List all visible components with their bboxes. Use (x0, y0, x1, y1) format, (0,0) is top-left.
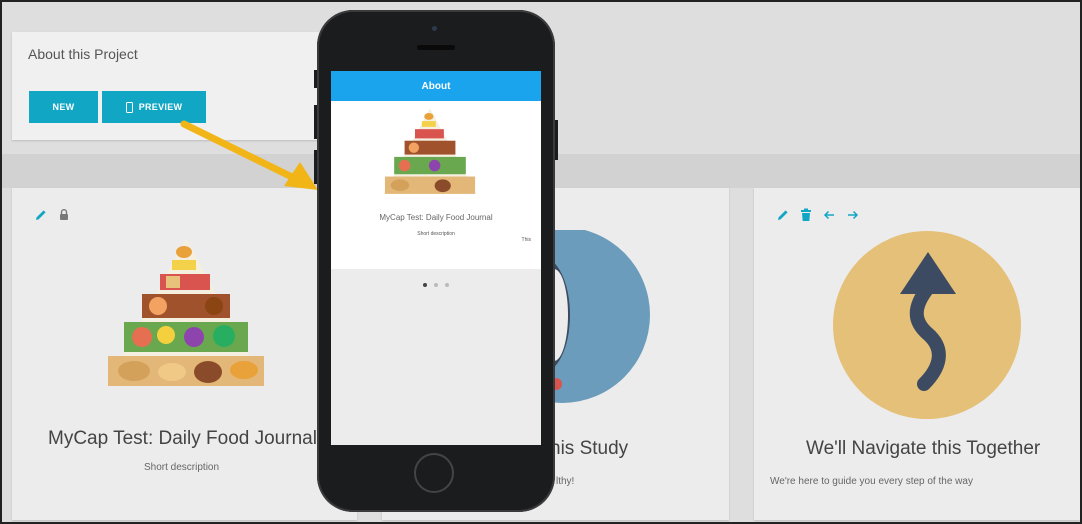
card-description: We're here to guide you every step of th… (770, 476, 973, 487)
phone-card-extra: This (521, 237, 531, 243)
card-title: We'll Navigate this Together (806, 438, 1041, 459)
card-tools (776, 208, 860, 222)
phone-camera (432, 26, 437, 31)
card-description: Short description (144, 462, 220, 473)
card-navigate: We'll Navigate this Together We're here … (754, 188, 1080, 520)
annotation-arrow (180, 120, 318, 190)
carousel-dot[interactable] (434, 283, 438, 287)
carousel-dot[interactable] (445, 283, 449, 287)
food-pyramid-image (383, 108, 477, 194)
carousel-dots (331, 283, 541, 287)
app-frame: About this Project NEW PREVIEW MyCap Tes… (0, 0, 1082, 524)
lock-icon (60, 209, 68, 220)
arrow-left-icon[interactable] (822, 208, 836, 222)
card-food-journal: MyCap Test: Daily Food Journal Short des… (12, 188, 357, 520)
about-title: About this Project (28, 46, 138, 62)
card-description: lthy! (556, 476, 575, 487)
trash-icon[interactable] (800, 208, 812, 222)
phone-preview: About MyCap Test: Daily Food Journal Sho… (314, 10, 558, 512)
new-button[interactable]: NEW (29, 91, 98, 123)
preview-button-label: PREVIEW (138, 102, 183, 112)
phone-side-button (314, 105, 317, 139)
arrow-right-icon[interactable] (846, 208, 860, 222)
phone-screen-header: About (331, 71, 541, 101)
phone-card-title: MyCap Test: Daily Food Journal (379, 213, 493, 222)
phone-card-description: Short description (417, 231, 455, 237)
food-pyramid-image (106, 238, 266, 386)
phone-content-card: MyCap Test: Daily Food Journal Short des… (331, 101, 541, 269)
pencil-icon[interactable] (34, 208, 48, 222)
phone-icon (125, 101, 133, 113)
phone-home-button (414, 453, 454, 493)
phone-screen: About MyCap Test: Daily Food Journal Sho… (331, 71, 541, 445)
phone-side-button (314, 150, 317, 184)
winding-arrow-image (833, 231, 1021, 419)
carousel-dot[interactable] (423, 283, 427, 287)
phone-header-title: About (421, 80, 451, 92)
phone-side-button (555, 120, 558, 160)
preview-button[interactable]: PREVIEW (102, 91, 206, 123)
phone-side-button (314, 70, 317, 88)
phone-speaker (417, 45, 455, 50)
new-button-label: NEW (52, 102, 75, 112)
card-title: his Study (550, 438, 629, 459)
card-title: MyCap Test: Daily Food Journal (48, 428, 317, 449)
pencil-icon[interactable] (776, 208, 790, 222)
card-tools (34, 208, 70, 222)
